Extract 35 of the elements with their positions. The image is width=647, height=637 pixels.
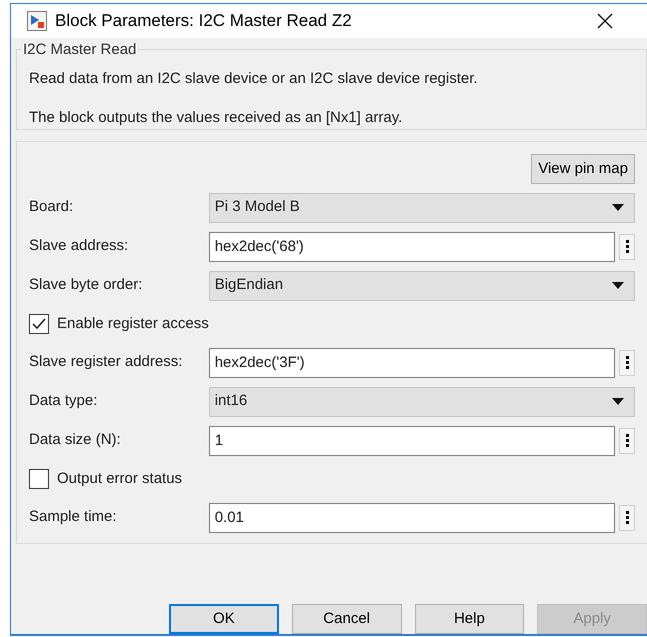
dialog-button[interactable]: Cancel (292, 604, 402, 634)
view-pin-map-button[interactable]: View pin map (531, 154, 635, 184)
input-field[interactable]: hex2dec('68') (208, 232, 616, 262)
caret-icon (612, 398, 624, 405)
field-label: Data size (N): (29, 430, 122, 450)
field-label: Slave byte order: (29, 275, 144, 296)
dropdown[interactable]: BigEndian (208, 270, 635, 300)
check-icon (32, 317, 46, 331)
caret-icon (612, 282, 624, 289)
checkbox[interactable] (29, 314, 49, 334)
more-options-button[interactable] (619, 350, 635, 376)
checkbox-label: Output error status (57, 468, 182, 489)
description-text: Read data from an I2C slave device or an I2C slave device register. (29, 69, 479, 89)
more-options-button[interactable] (619, 428, 635, 454)
input-field[interactable]: hex2dec('3F') (208, 348, 616, 378)
field-label: Sample time: (29, 507, 118, 528)
field-label: Slave address: (29, 236, 130, 256)
dropdown[interactable]: int16 (208, 386, 635, 416)
more-options-button[interactable] (619, 504, 635, 530)
input-field[interactable]: 0.01 (208, 502, 616, 532)
dialog-button[interactable]: Help (414, 604, 524, 634)
field-label: Board: (29, 197, 74, 218)
block-icon (27, 11, 47, 31)
field-label: Data type: (29, 391, 98, 412)
input-field[interactable]: 1 (208, 426, 616, 456)
close-icon[interactable] (597, 13, 613, 29)
dialog-button[interactable]: OK (169, 604, 279, 634)
caret-icon (612, 204, 624, 211)
checkbox[interactable] (29, 469, 49, 489)
window-title: Block Parameters: I2C Master Read Z2 (55, 10, 352, 32)
checkbox-label: Enable register access (57, 314, 209, 334)
more-options-button[interactable] (619, 234, 635, 260)
description-text: The block outputs the values received as an [Nx1] array. (29, 108, 404, 128)
field-label: Slave register address: (29, 352, 184, 372)
dropdown[interactable]: Pi 3 Model B (208, 192, 635, 222)
